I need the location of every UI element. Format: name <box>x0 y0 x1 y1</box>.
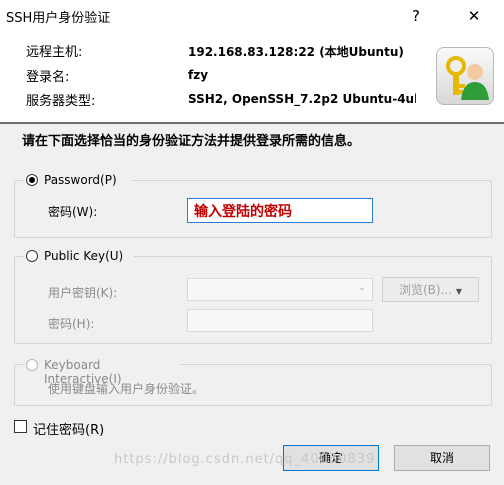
remote-host-value: 192.168.83.128:22 (本地Ubuntu) <box>188 45 404 59</box>
password-input-value[interactable]: 输入登陆的密码 <box>194 201 292 221</box>
close-button[interactable]: ✕ <box>452 2 496 30</box>
user-key-select[interactable]: ⌄ <box>187 278 373 301</box>
password-radio-label[interactable]: Password(P) <box>44 173 117 187</box>
cancel-button[interactable]: 取消 <box>394 445 490 471</box>
remember-password-label[interactable]: 记住密码(R) <box>33 419 104 438</box>
login-name-value: fzy <box>188 68 209 82</box>
browse-button-label: 浏览(B)... <box>398 283 453 297</box>
password-input[interactable]: 输入登陆的密码 <box>187 198 373 223</box>
dropdown-arrow-icon: ▼ <box>455 287 463 296</box>
browse-button[interactable]: 浏览(B)... ▼ <box>382 277 479 302</box>
watermark: https://blog.csdn.net/qq_40030839 <box>114 452 376 467</box>
user-key-label: 用户密钥(K): <box>48 286 118 300</box>
publickey-radio[interactable] <box>26 250 38 262</box>
password-radio[interactable] <box>26 174 38 186</box>
instruction-text: 请在下面选择恰当的身份验证方法并提供登录所需的信息。 <box>22 134 361 149</box>
window-title: SSH用户身份验证 <box>6 11 111 26</box>
passphrase-input[interactable] <box>187 309 373 332</box>
server-type-value: SSH2, OpenSSH_7.2p2 Ubuntu-4ubu <box>188 92 416 106</box>
keyboard-interactive-option[interactable]: Keyboard Interactive(I) <box>24 355 180 386</box>
keyboard-interactive-description: 使用键盘输入用户身份验证。 <box>48 382 205 396</box>
keyboard-interactive-radio[interactable] <box>26 359 38 371</box>
header-divider <box>0 122 504 124</box>
server-type-label: 服务器类型: <box>26 94 96 109</box>
publickey-radio-label[interactable]: Public Key(U) <box>44 249 123 263</box>
login-name-label: 登录名: <box>26 70 70 85</box>
title-bar: SSH用户身份验证 ? ✕ <box>0 0 504 32</box>
password-option[interactable]: Password(P) <box>24 170 132 190</box>
user-key-icon <box>436 47 494 105</box>
passphrase-label: 密码(H): <box>48 317 95 331</box>
remote-host-label: 远程主机: <box>26 45 83 60</box>
chevron-down-icon: ⌄ <box>357 282 366 293</box>
help-button[interactable]: ? <box>394 2 438 30</box>
password-label: 密码(W): <box>48 205 98 219</box>
remember-password-checkbox[interactable] <box>14 420 27 433</box>
publickey-option[interactable]: Public Key(U) <box>24 246 134 266</box>
